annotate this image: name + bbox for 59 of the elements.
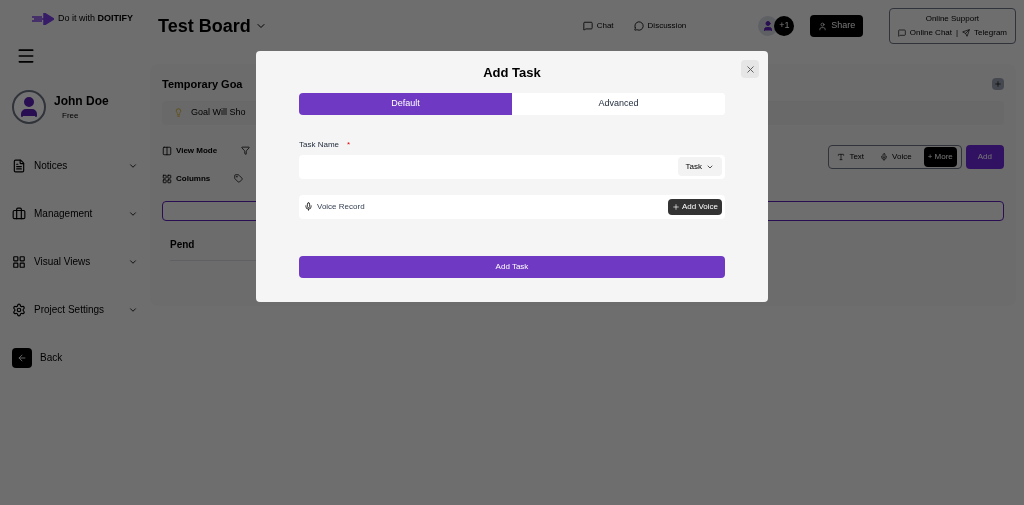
plus-icon: [671, 202, 680, 211]
microphone-icon: [304, 202, 313, 211]
input-mode-tab[interactable]: Text: [833, 150, 869, 163]
member-count: +1: [774, 16, 795, 36]
voice-record-label: Voice Record: [317, 200, 365, 213]
plus-icon: [994, 80, 1002, 89]
text-icon: [837, 152, 846, 161]
document-icon: [12, 158, 26, 173]
user-icon: [818, 21, 828, 31]
task-type-dropdown[interactable]: Task: [677, 157, 722, 176]
sidebar-item[interactable]: Management: [12, 203, 138, 224]
bulb-icon: [174, 108, 183, 117]
tag-icon[interactable]: [234, 174, 244, 183]
briefcase-icon: [12, 206, 26, 221]
dialog-tab[interactable]: Default: [299, 92, 512, 115]
online-chat-link[interactable]: Online Chat: [897, 27, 952, 39]
field-label: Task Name: [299, 138, 339, 151]
avatar: [12, 89, 46, 124]
chat-icon: [897, 29, 906, 37]
sidebar-item[interactable]: Project Settings: [12, 299, 138, 320]
support-title: Online Support: [925, 13, 980, 25]
share-button[interactable]: Share: [810, 15, 864, 37]
add-voice-button[interactable]: Add Voice: [667, 198, 722, 215]
board-title: Test Board: [158, 14, 251, 38]
chat-icon: [582, 21, 593, 31]
logo-icon: [32, 12, 54, 25]
plan-label: Free: [62, 109, 80, 122]
close-icon: [744, 63, 756, 75]
goal-title: Temporary Goa: [162, 77, 243, 92]
toolbar-button[interactable]: View Mode: [162, 144, 218, 157]
input-mode-tab[interactable]: Voice: [876, 150, 916, 163]
required-mark: *: [347, 138, 351, 151]
header-link[interactable]: Discussion: [633, 20, 687, 32]
speech-bubble-icon: [633, 21, 644, 31]
dialog-title: Add Task: [483, 64, 541, 82]
grid-icon: [12, 254, 26, 269]
add-task-button[interactable]: Add Task: [299, 255, 725, 278]
arrow-left-icon: [17, 352, 27, 363]
goal-text: Goal Will Sho: [191, 105, 246, 119]
toolbar-button[interactable]: Columns: [162, 172, 211, 185]
task-name-field[interactable]: Task: [299, 154, 725, 179]
add-button[interactable]: Add: [965, 144, 1004, 169]
sidebar-item[interactable]: Notices: [12, 155, 138, 176]
header-link[interactable]: Chat: [582, 20, 614, 32]
input-mode-tab[interactable]: + More: [923, 146, 957, 167]
columns-icon: [162, 145, 172, 156]
separator: |: [956, 27, 959, 39]
grid-icon: [162, 173, 172, 184]
microphone-icon: [880, 152, 889, 161]
sidebar-item[interactable]: Visual Views: [12, 251, 138, 272]
settings-icon: [12, 302, 26, 317]
back-button[interactable]: Back: [12, 347, 138, 368]
paper-plane-icon: [962, 29, 971, 37]
collapse-button[interactable]: [992, 78, 1004, 91]
close-button[interactable]: [741, 60, 759, 78]
user-name: John Doe: [54, 92, 109, 110]
brand-tagline: Do it with DOITIFY: [58, 12, 133, 25]
telegram-link[interactable]: Telegram: [962, 27, 1007, 39]
filter-icon[interactable]: [241, 146, 251, 155]
